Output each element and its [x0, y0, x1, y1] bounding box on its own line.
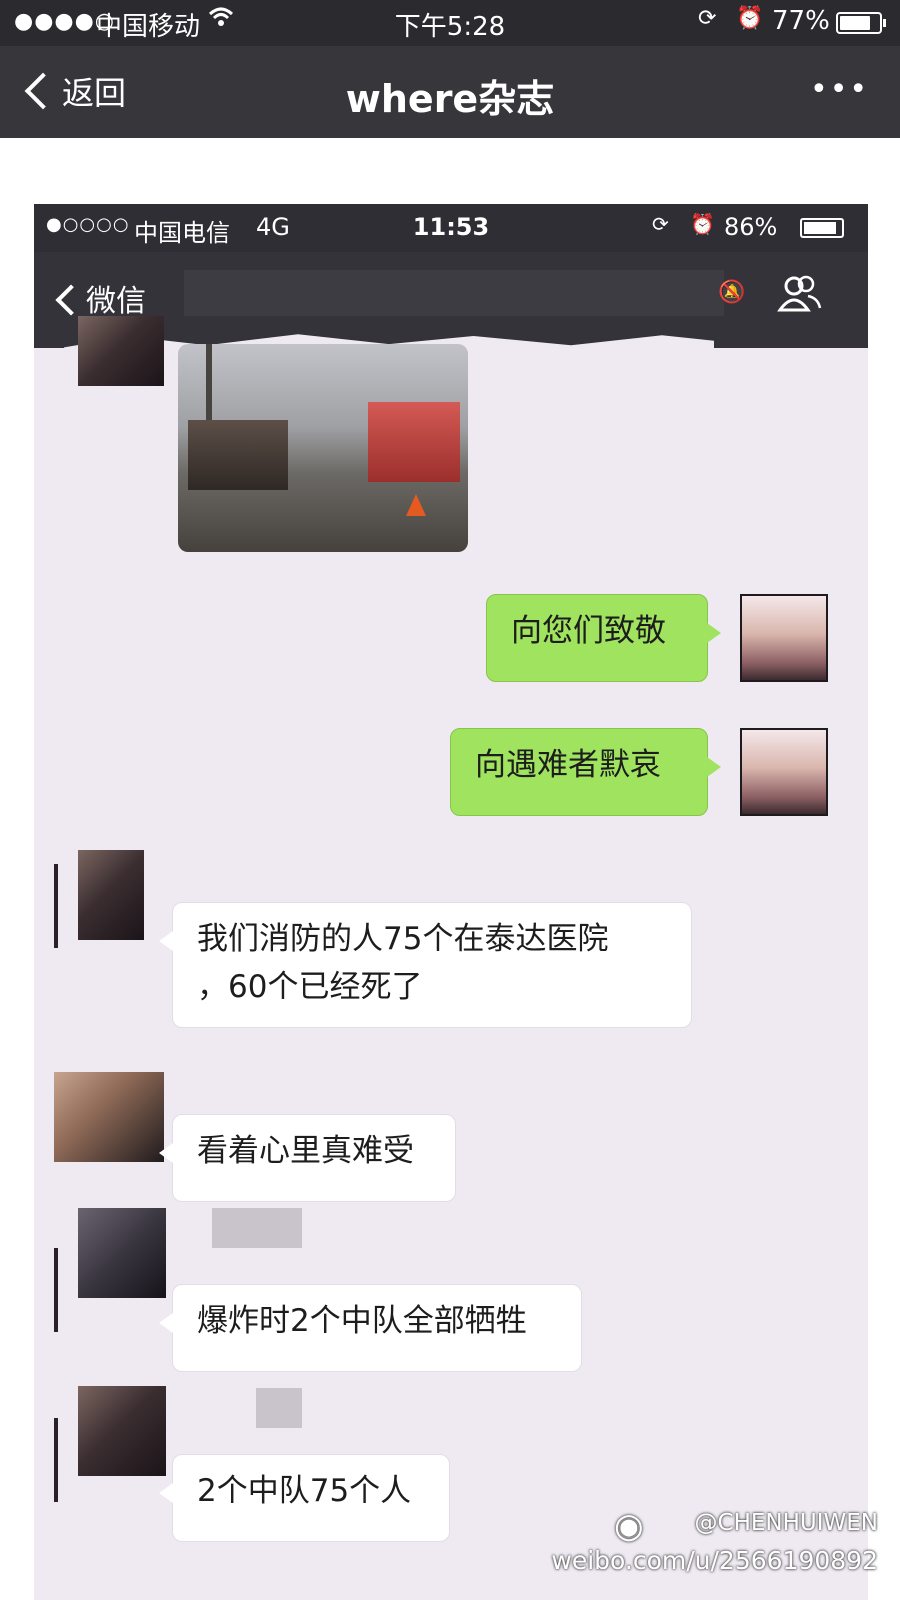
more-button[interactable]: •••: [810, 72, 869, 107]
inner-back-label: 微信: [86, 284, 146, 319]
page-title: where杂志: [345, 77, 555, 121]
watermark-url: weibo.com/u/2566190892: [551, 1546, 878, 1575]
incoming-message[interactable]: 看着心里真难受: [159, 1114, 456, 1202]
sender-avatar[interactable]: [78, 1386, 166, 1476]
incoming-message[interactable]: 我们消防的人75个在泰达医院 ，60个已经死了: [159, 902, 692, 1028]
alarm-icon: ⏰: [736, 6, 764, 31]
weibo-icon: ◉: [614, 1506, 644, 1546]
outgoing-message[interactable]: 向遇难者默哀: [450, 728, 721, 816]
outer-status-bar: ●●●●○ 中国移动 下午5:28 ⟳ ⏰ 77%: [0, 0, 900, 46]
lock-rotation-icon: ⟳: [698, 6, 717, 31]
message-text: 向遇难者默哀: [475, 747, 661, 783]
watermark-handle: @CHENHUIWEN: [694, 1510, 878, 1536]
user-avatar[interactable]: [740, 728, 828, 816]
embedded-chat-screenshot: ●○○○○ 中国电信 4G 11:53 ⟳ ⏰ 86% 微信 🔕 向您们致敬 向…: [34, 204, 868, 1600]
sender-avatar[interactable]: [78, 850, 144, 940]
message-text-line-2: ，60个已经死了: [197, 969, 423, 1005]
incoming-message[interactable]: 2个中队75个人: [159, 1454, 450, 1542]
incoming-message[interactable]: 爆炸时2个中队全部牺牲: [159, 1284, 582, 1372]
photo-wrecked-vehicle: [188, 420, 288, 490]
avatar-bracket: [54, 1418, 58, 1502]
message-text: 看着心里真难受: [197, 1133, 414, 1169]
inner-lock-rotation-icon: ⟳: [652, 212, 669, 236]
inner-battery-icon: [800, 218, 844, 238]
chat-image-explosion-scene[interactable]: [178, 344, 468, 552]
outer-navigation-bar: 返回 where杂志 •••: [0, 46, 900, 138]
weibo-watermark: ◉ @CHENHUIWEN weibo.com/u/2566190892: [551, 1506, 900, 1600]
user-avatar[interactable]: [740, 594, 828, 682]
sender-avatar[interactable]: [54, 1072, 164, 1162]
photo-fire-truck: [368, 402, 460, 482]
inner-back-button[interactable]: 微信: [55, 276, 146, 320]
avatar-bracket: [54, 864, 58, 948]
inner-battery-percentage: 86%: [724, 213, 778, 241]
photo-traffic-cone: [406, 494, 426, 516]
redacted-chat-title: [184, 270, 724, 316]
battery-percentage: 77%: [772, 6, 830, 36]
redacted-sender-name: [256, 1388, 302, 1428]
mute-icon: 🔕: [718, 280, 746, 305]
group-icon[interactable]: [776, 274, 822, 323]
message-text: 爆炸时2个中队全部牺牲: [197, 1303, 527, 1339]
sender-avatar[interactable]: [78, 316, 164, 386]
message-text: 2个中队75个人: [197, 1473, 412, 1509]
redacted-sender-name: [212, 1208, 302, 1248]
message-text-line-1: 我们消防的人75个在泰达医院: [197, 921, 609, 957]
outgoing-message[interactable]: 向您们致敬: [486, 594, 721, 682]
battery-icon: [836, 12, 886, 34]
avatar-bracket: [54, 1248, 58, 1332]
inner-status-bar: ●○○○○ 中国电信 4G 11:53 ⟳ ⏰ 86%: [34, 204, 868, 252]
inner-alarm-icon: ⏰: [690, 212, 715, 236]
sender-avatar[interactable]: [78, 1208, 166, 1298]
status-time: 下午5:28: [394, 12, 506, 42]
message-text: 向您们致敬: [511, 613, 666, 649]
inner-back-chevron-icon: [55, 283, 87, 316]
